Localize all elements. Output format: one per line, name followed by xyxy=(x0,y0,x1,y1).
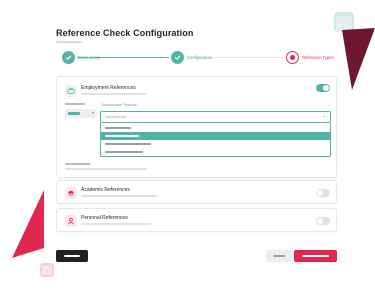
decorative-red-shape xyxy=(12,190,44,258)
step-label: Basic Setup xyxy=(78,55,101,60)
personal-references-card: Personal References xyxy=(56,208,337,232)
questionnaire-template-dropdown xyxy=(100,123,331,157)
personal-enabled-toggle[interactable] xyxy=(316,217,330,225)
employment-references-card: Employment References ▾ Questionnaire Te… xyxy=(56,76,337,178)
academic-references-card: Academic References xyxy=(56,180,337,204)
cancel-button[interactable] xyxy=(266,250,292,262)
chevron-down-icon: ▾ xyxy=(91,110,94,115)
questionnaire-template-select[interactable]: ⌄ xyxy=(100,111,331,123)
back-button[interactable] xyxy=(56,250,88,262)
page-subtitle-placeholder xyxy=(56,41,82,43)
save-continue-button[interactable] xyxy=(294,250,337,262)
reference-count-value xyxy=(68,112,80,115)
reference-check-config-page: Reference Check Configuration Basic Setu… xyxy=(0,0,375,290)
page-title: Reference Check Configuration xyxy=(56,28,194,38)
dropdown-option[interactable] xyxy=(101,148,330,156)
card-footer-placeholder xyxy=(65,168,147,170)
employment-enabled-toggle[interactable] xyxy=(316,84,330,92)
step-label: Reference Types xyxy=(302,55,334,60)
academic-enabled-toggle[interactable] xyxy=(316,189,330,197)
decorative-square-pink xyxy=(40,263,54,277)
step-complete-check-icon xyxy=(62,51,75,64)
card-description-placeholder xyxy=(81,223,151,225)
step-label: Configuration xyxy=(187,55,212,60)
field-label-placeholder xyxy=(65,103,85,105)
chevron-down-icon: ⌄ xyxy=(321,113,326,119)
dropdown-option[interactable] xyxy=(101,140,330,148)
card-title: Employment References xyxy=(81,85,136,91)
dropdown-option-selected[interactable] xyxy=(101,132,330,140)
step-active-dot-icon xyxy=(286,51,299,64)
decorative-maroon-shape xyxy=(342,28,375,90)
card-title: Academic References xyxy=(81,187,130,193)
dropdown-option[interactable] xyxy=(101,124,330,132)
questionnaire-template-label: Questionnaire Template xyxy=(101,103,137,107)
graduation-cap-icon xyxy=(65,187,77,199)
card-description-placeholder xyxy=(81,195,157,197)
card-description-placeholder xyxy=(81,93,147,95)
reference-count-select[interactable]: ▾ xyxy=(65,109,97,118)
card-footer-placeholder xyxy=(65,163,91,165)
step-complete-check-icon xyxy=(171,51,184,64)
person-icon xyxy=(65,215,77,227)
step-basic-setup[interactable]: Basic Setup xyxy=(62,51,100,64)
step-configuration[interactable]: Configuration xyxy=(171,51,212,64)
step-reference-types[interactable]: Reference Types xyxy=(286,51,334,64)
card-title: Personal References xyxy=(81,215,128,221)
briefcase-icon xyxy=(65,85,77,97)
select-placeholder xyxy=(105,116,127,118)
